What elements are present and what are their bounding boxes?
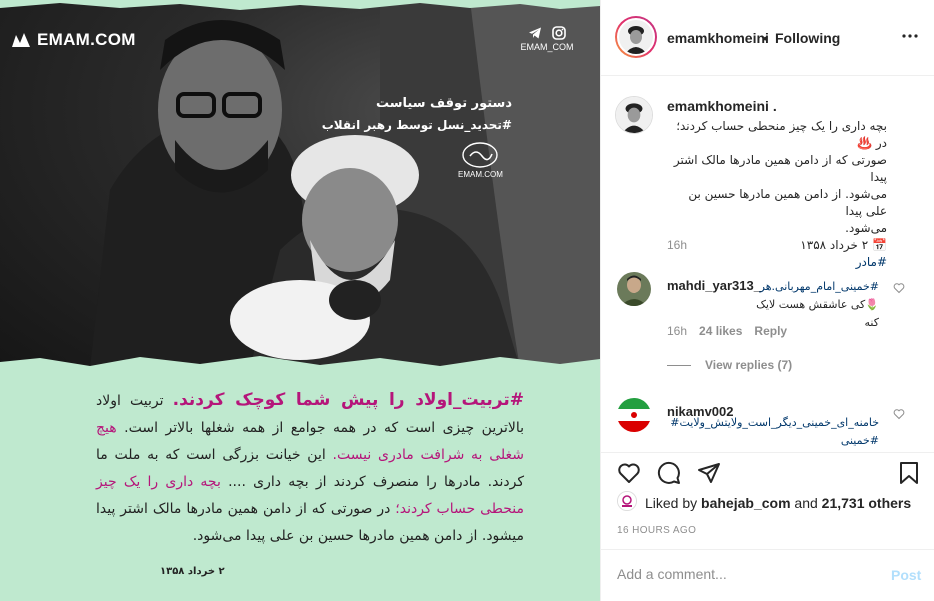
social-domain: EMAM_COM	[520, 42, 574, 52]
comment-icon[interactable]	[657, 461, 681, 485]
emam-logo-icon	[12, 33, 30, 47]
post-comment-button[interactable]: Post	[891, 567, 921, 583]
more-icon[interactable]	[901, 27, 919, 45]
comment-meta: 16h 24 likes Reply	[667, 324, 787, 338]
avatar[interactable]	[617, 18, 655, 56]
post-image: EMAM.COM EMAM_COM دستور توقف سیاست #تحدی…	[0, 0, 600, 601]
social-box: EMAM_COM	[520, 26, 574, 52]
caption-time: 16h	[667, 238, 688, 252]
divider	[667, 364, 691, 366]
comment-heart-icon[interactable]	[893, 408, 905, 420]
quote-heading: #تربیت_اولاد را پیش شما کوچک کردند.	[172, 390, 524, 410]
brand-logo: EMAM.COM	[10, 30, 136, 50]
liked-and: and	[790, 495, 822, 511]
avatar-image	[618, 492, 636, 510]
caption-line: می‌شود.	[845, 221, 887, 235]
post-actions: Liked by bahejab_com and 21,731 others 1…	[601, 452, 934, 592]
caption-avatar[interactable]	[615, 96, 653, 134]
quote-date: ۲ خرداد ۱۳۵۸	[160, 566, 225, 577]
caption-text: بچه داری را یک چیز منحطی حساب کردند؛ در …	[667, 118, 887, 271]
view-replies-label: View replies (7)	[705, 358, 793, 372]
caption-line: بچه داری را یک چیز منحطی حساب کردند؛ در …	[676, 119, 887, 150]
seal-domain: EMAM.COM	[458, 170, 503, 179]
header-separator: •	[763, 30, 768, 46]
reply-button[interactable]: Reply	[754, 324, 787, 338]
heart-icon[interactable]	[617, 461, 641, 485]
comment-likes[interactable]: 24 likes	[699, 324, 742, 338]
image-hashtag: #تحدید_نسل توسط رهبر انقلاب	[321, 118, 512, 132]
comment-heart-icon[interactable]	[893, 282, 905, 294]
post-side-panel: emamkhomeini • Following emamkhomeini . …	[600, 0, 934, 601]
brand-name: EMAM.COM	[37, 30, 136, 49]
caption-line: 📅 ۲ خرداد ۱۳۵۸	[800, 238, 887, 252]
header-username[interactable]: emamkhomeini	[667, 30, 769, 46]
image-title: دستور توقف سیاست	[376, 96, 512, 111]
telegram-icon	[529, 27, 541, 39]
caption-line: صورتی که از دامن همین مادرها مالک اشتر پ…	[673, 153, 887, 184]
photo: EMAM.COM EMAM_COM دستور توقف سیاست #تحدی…	[0, 0, 600, 368]
liked-by-avatar[interactable]	[617, 491, 637, 511]
image-quote: #تربیت_اولاد را پیش شما کوچک کردند. تربی…	[96, 388, 524, 550]
bookmark-icon[interactable]	[897, 461, 921, 485]
liked-prefix: Liked by	[645, 495, 702, 511]
caption-hashtag[interactable]: #مادر	[667, 254, 887, 271]
caption-line: می‌شود. از دامن همین مادرها حسین بن علی …	[688, 187, 887, 218]
liked-user[interactable]: bahejab_com	[701, 495, 790, 511]
comment-avatar[interactable]	[617, 272, 651, 306]
photo-illustration	[90, 0, 600, 368]
avatar-image	[619, 20, 653, 54]
liked-others[interactable]: 21,731 others	[822, 495, 912, 511]
instagram-post-modal: EMAM.COM EMAM_COM دستور توقف سیاست #تحدی…	[0, 0, 934, 601]
comment-username[interactable]: mahdi_yar313_	[667, 278, 761, 293]
comment-line[interactable]: #خمینی_امام_مهربانی.هر	[751, 278, 879, 296]
torn-edge-bottom	[0, 356, 600, 378]
liked-by: Liked by bahejab_com and 21,731 others	[645, 495, 911, 511]
follow-status[interactable]: Following	[775, 30, 840, 46]
view-replies-button[interactable]: View replies (7)	[667, 358, 792, 372]
share-icon[interactable]	[697, 461, 721, 485]
story-ring[interactable]	[615, 16, 657, 58]
comment-input[interactable]	[617, 566, 867, 582]
seal-icon	[462, 142, 498, 168]
post-age[interactable]: 16 HOURS AGO	[617, 525, 696, 536]
caption-username[interactable]: emamkhomeini .	[667, 98, 777, 114]
comment-time: 16h	[667, 324, 688, 338]
comment-text: خامنه_ای_خمینی_دیگر_است_ولایتش_ولایت# #خ…	[667, 414, 879, 446]
iran-flag-avatar	[617, 398, 651, 432]
comment-line[interactable]: #خمینی	[667, 432, 879, 446]
instagram-icon	[552, 26, 566, 40]
add-comment-box: Post	[601, 549, 934, 601]
avatar-image	[616, 97, 652, 133]
comment-line[interactable]: خامنه_ای_خمینی_دیگر_است_ولایتش_ولایت#	[667, 414, 879, 432]
comment-avatar[interactable]	[617, 398, 651, 432]
post-header: emamkhomeini • Following	[601, 0, 934, 76]
torn-edge-top	[0, 0, 600, 10]
avatar-image	[617, 272, 651, 306]
